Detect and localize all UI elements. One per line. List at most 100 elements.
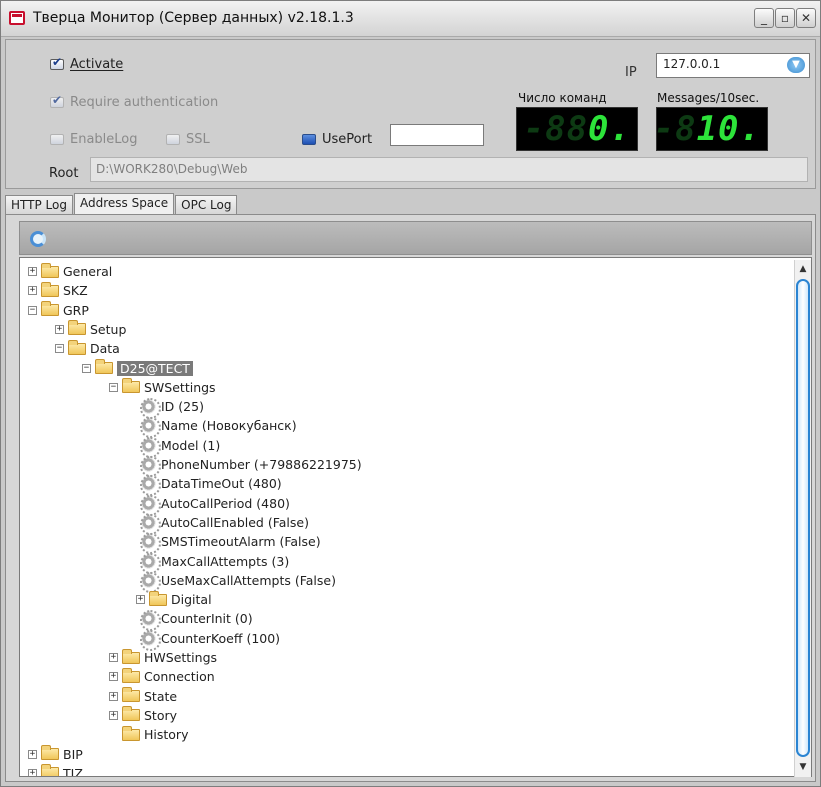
expand-icon[interactable]: + bbox=[109, 691, 118, 701]
tree-folder-node[interactable]: − SWSettings bbox=[109, 378, 216, 397]
tree-folder-node[interactable]: + BIP bbox=[28, 745, 83, 764]
tree-folder-node[interactable]: + General bbox=[28, 262, 112, 281]
scroll-thumb[interactable] bbox=[796, 279, 810, 757]
tree-item-node[interactable]: SMSTimeoutAlarm (False) bbox=[140, 532, 321, 555]
tab-opc-log[interactable]: OPC Log bbox=[175, 195, 238, 215]
tree-node-label: MaxCallAttempts (3) bbox=[161, 553, 290, 569]
folder-icon bbox=[41, 764, 59, 776]
tree-item-node[interactable]: AutoCallEnabled (False) bbox=[140, 513, 309, 535]
tree-item-node[interactable]: MaxCallAttempts (3) bbox=[140, 552, 290, 574]
folder-icon bbox=[41, 262, 59, 278]
tree-folder-node[interactable]: History bbox=[109, 725, 188, 744]
address-tree[interactable]: + General + SKZ − GRP + Setup − Data − D25@TECT − SWS… bbox=[19, 257, 812, 777]
tree-folder-node[interactable]: + Story bbox=[109, 706, 177, 725]
tree-toolbar bbox=[19, 221, 812, 255]
tree-folder-node[interactable]: − Data bbox=[55, 339, 120, 358]
scroll-up-icon[interactable]: ▲ bbox=[795, 262, 811, 277]
tree-node-label: SMSTimeoutAlarm (False) bbox=[161, 534, 321, 550]
port-input[interactable] bbox=[390, 124, 484, 146]
tree-node-label: SWSettings bbox=[144, 379, 216, 395]
gear-icon bbox=[140, 513, 161, 535]
tree-item-node[interactable]: Model (1) bbox=[140, 436, 220, 458]
root-path-field[interactable]: D:\WORK280\Debug\Web bbox=[90, 157, 808, 182]
close-button[interactable]: ✕ bbox=[796, 8, 816, 28]
tree-item-node[interactable]: AutoCallPeriod (480) bbox=[140, 494, 290, 516]
minimize-button[interactable]: _ bbox=[754, 8, 774, 28]
tree-node-label: AutoCallPeriod (480) bbox=[161, 495, 290, 511]
tree-folder-node[interactable]: − D25@TECT bbox=[82, 359, 193, 378]
expand-icon[interactable]: + bbox=[28, 286, 37, 296]
tree-node-label: Digital bbox=[171, 592, 212, 608]
expand-icon[interactable]: + bbox=[28, 267, 37, 276]
tree-item-node[interactable]: ID (25) bbox=[140, 397, 204, 420]
tree-folder-node[interactable]: + Connection bbox=[109, 667, 215, 686]
activate-checkbox[interactable]: Activate bbox=[50, 55, 123, 72]
commands-counter-value: 0. bbox=[588, 109, 631, 149]
messages-counter-dim: -8 bbox=[653, 109, 697, 149]
ssl-checkbox[interactable]: SSL bbox=[166, 132, 210, 147]
collapse-icon[interactable]: − bbox=[109, 382, 118, 392]
gear-icon bbox=[140, 610, 161, 632]
gear-icon bbox=[140, 533, 161, 555]
folder-icon bbox=[41, 281, 59, 297]
gear-icon bbox=[140, 398, 161, 420]
folder-icon bbox=[122, 687, 140, 703]
expand-icon[interactable]: + bbox=[109, 710, 118, 720]
folder-icon bbox=[122, 725, 140, 741]
tree-item-node[interactable]: CounterInit (0) bbox=[140, 609, 253, 632]
gear-icon bbox=[140, 436, 161, 458]
dropdown-arrow-icon[interactable]: ▼ bbox=[787, 57, 805, 73]
tree-node-label: ID (25) bbox=[161, 399, 204, 415]
app-icon bbox=[9, 11, 25, 25]
commands-counter: -88 0. bbox=[516, 107, 638, 151]
use-port-checkbox[interactable]: UsePort bbox=[302, 132, 372, 147]
collapse-icon[interactable]: − bbox=[82, 363, 91, 373]
tab-address-space[interactable]: Address Space bbox=[73, 193, 175, 215]
ip-select[interactable]: 127.0.0.1 ▼ bbox=[656, 53, 810, 78]
tree-folder-node[interactable]: − GRP bbox=[28, 301, 89, 320]
expand-icon[interactable]: + bbox=[136, 595, 145, 605]
tab-bar: HTTP Log Address Space OPC Log bbox=[5, 193, 238, 215]
tree-folder-node[interactable]: + TIZ bbox=[28, 764, 83, 777]
tree-node-label: D25@TECT bbox=[117, 360, 193, 376]
expand-icon[interactable]: + bbox=[109, 653, 118, 662]
gear-icon bbox=[140, 571, 161, 593]
collapse-icon[interactable]: − bbox=[55, 344, 64, 354]
tree-node-label: DataTimeOut (480) bbox=[161, 476, 282, 492]
folder-icon bbox=[95, 359, 113, 374]
tree-node-label: AutoCallEnabled (False) bbox=[161, 514, 309, 530]
gear-icon bbox=[140, 552, 161, 574]
tree-folder-node[interactable]: + SKZ bbox=[28, 281, 88, 300]
tree-item-node[interactable]: DataTimeOut (480) bbox=[140, 474, 282, 497]
expand-icon[interactable]: + bbox=[55, 324, 64, 334]
tree-node-label: Story bbox=[144, 707, 178, 723]
expand-icon[interactable]: + bbox=[28, 749, 37, 759]
tree-folder-node[interactable]: + Setup bbox=[55, 320, 126, 339]
tree-item-node[interactable]: PhoneNumber (+79886221975) bbox=[140, 455, 362, 477]
tab-http-log[interactable]: HTTP Log bbox=[5, 195, 73, 215]
window-title: Тверца Монитор (Сервер данных) v2.18.1.3 bbox=[33, 10, 354, 26]
commands-counter-dim: -88 bbox=[523, 109, 589, 149]
tree-folder-node[interactable]: + State bbox=[109, 687, 177, 706]
tree-item-node[interactable]: CounterKoeff (100) bbox=[140, 629, 281, 651]
expand-icon[interactable]: + bbox=[109, 672, 118, 682]
tree-item-node[interactable]: Name (Новокубанск) bbox=[140, 416, 297, 439]
title-bar[interactable]: Тверца Монитор (Сервер данных) v2.18.1.3… bbox=[1, 1, 820, 37]
tree-node-label: CounterKoeff (100) bbox=[161, 630, 281, 646]
tree-folder-node[interactable]: + HWSettings bbox=[109, 648, 217, 667]
collapse-icon[interactable]: − bbox=[28, 305, 37, 315]
window-controls: _ ▫ ✕ bbox=[754, 8, 816, 28]
expand-icon[interactable]: + bbox=[28, 768, 37, 776]
tree-node-label: TIZ bbox=[63, 765, 83, 777]
tree-node-label: BIP bbox=[63, 746, 83, 762]
maximize-button[interactable]: ▫ bbox=[775, 8, 795, 28]
scroll-down-icon[interactable]: ▼ bbox=[795, 760, 811, 775]
tree-scrollbar[interactable]: ▲ ▼ bbox=[794, 260, 811, 777]
tree-node-label: Setup bbox=[90, 321, 127, 337]
require-auth-checkbox[interactable]: Require authentication bbox=[50, 93, 218, 110]
enable-log-checkbox[interactable]: EnableLog bbox=[50, 132, 138, 147]
tree-item-node[interactable]: UseMaxCallAttempts (False) bbox=[140, 571, 336, 593]
tree-folder-node[interactable]: + Digital bbox=[136, 590, 212, 609]
require-auth-check-icon bbox=[50, 93, 64, 108]
refresh-icon[interactable] bbox=[30, 231, 46, 247]
